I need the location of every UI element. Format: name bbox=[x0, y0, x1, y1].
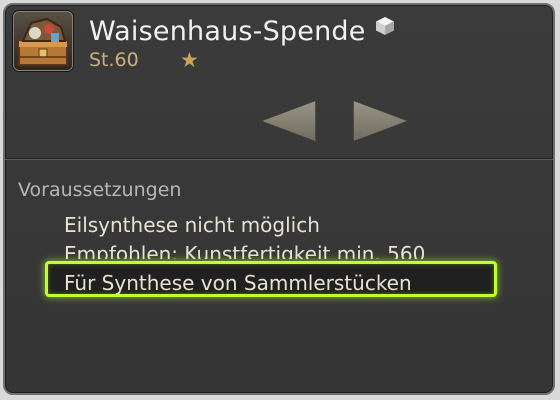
requirements-list: Eilsynthese nicht möglich Empfohlen: Kun… bbox=[5, 5, 553, 393]
requirement-line: Empfohlen: Kunstfertigkeit min. 560 bbox=[64, 242, 426, 259]
item-tooltip-panel: Waisenhaus-Spende St.60 ★ Voraussetzunge… bbox=[3, 3, 555, 395]
requirement-line-highlighted: Für Synthese von Sammlerstücken bbox=[64, 271, 412, 295]
requirement-line: Eilsynthese nicht möglich bbox=[64, 213, 320, 237]
